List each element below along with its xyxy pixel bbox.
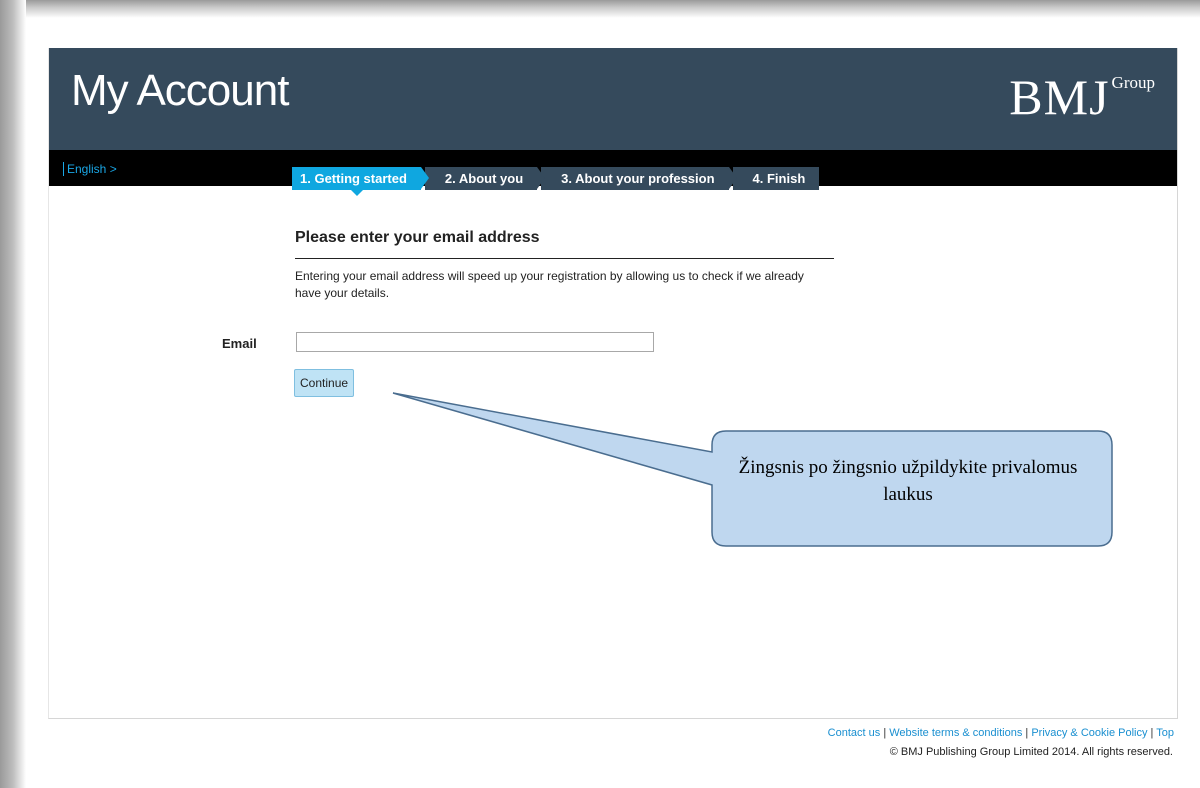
footer-link-privacy[interactable]: Privacy & Cookie Policy [1031,727,1147,739]
footer-link-terms[interactable]: Website terms & conditions [889,727,1022,739]
footer-link-contact[interactable]: Contact us [828,727,881,739]
callout-bubble [392,392,1113,547]
footer-separator: | [1150,727,1154,739]
callout-text: Žingsnis po žingsnio užpildykite privalo… [738,457,1078,505]
footer-separator: | [883,727,887,739]
footer-link-top[interactable]: Top [1156,727,1174,739]
footer-copyright: © BMJ Publishing Group Limited 2014. All… [889,746,1173,758]
footer-separator: | [1025,727,1029,739]
footer-links: Contact us | Website terms & conditions … [828,727,1174,739]
